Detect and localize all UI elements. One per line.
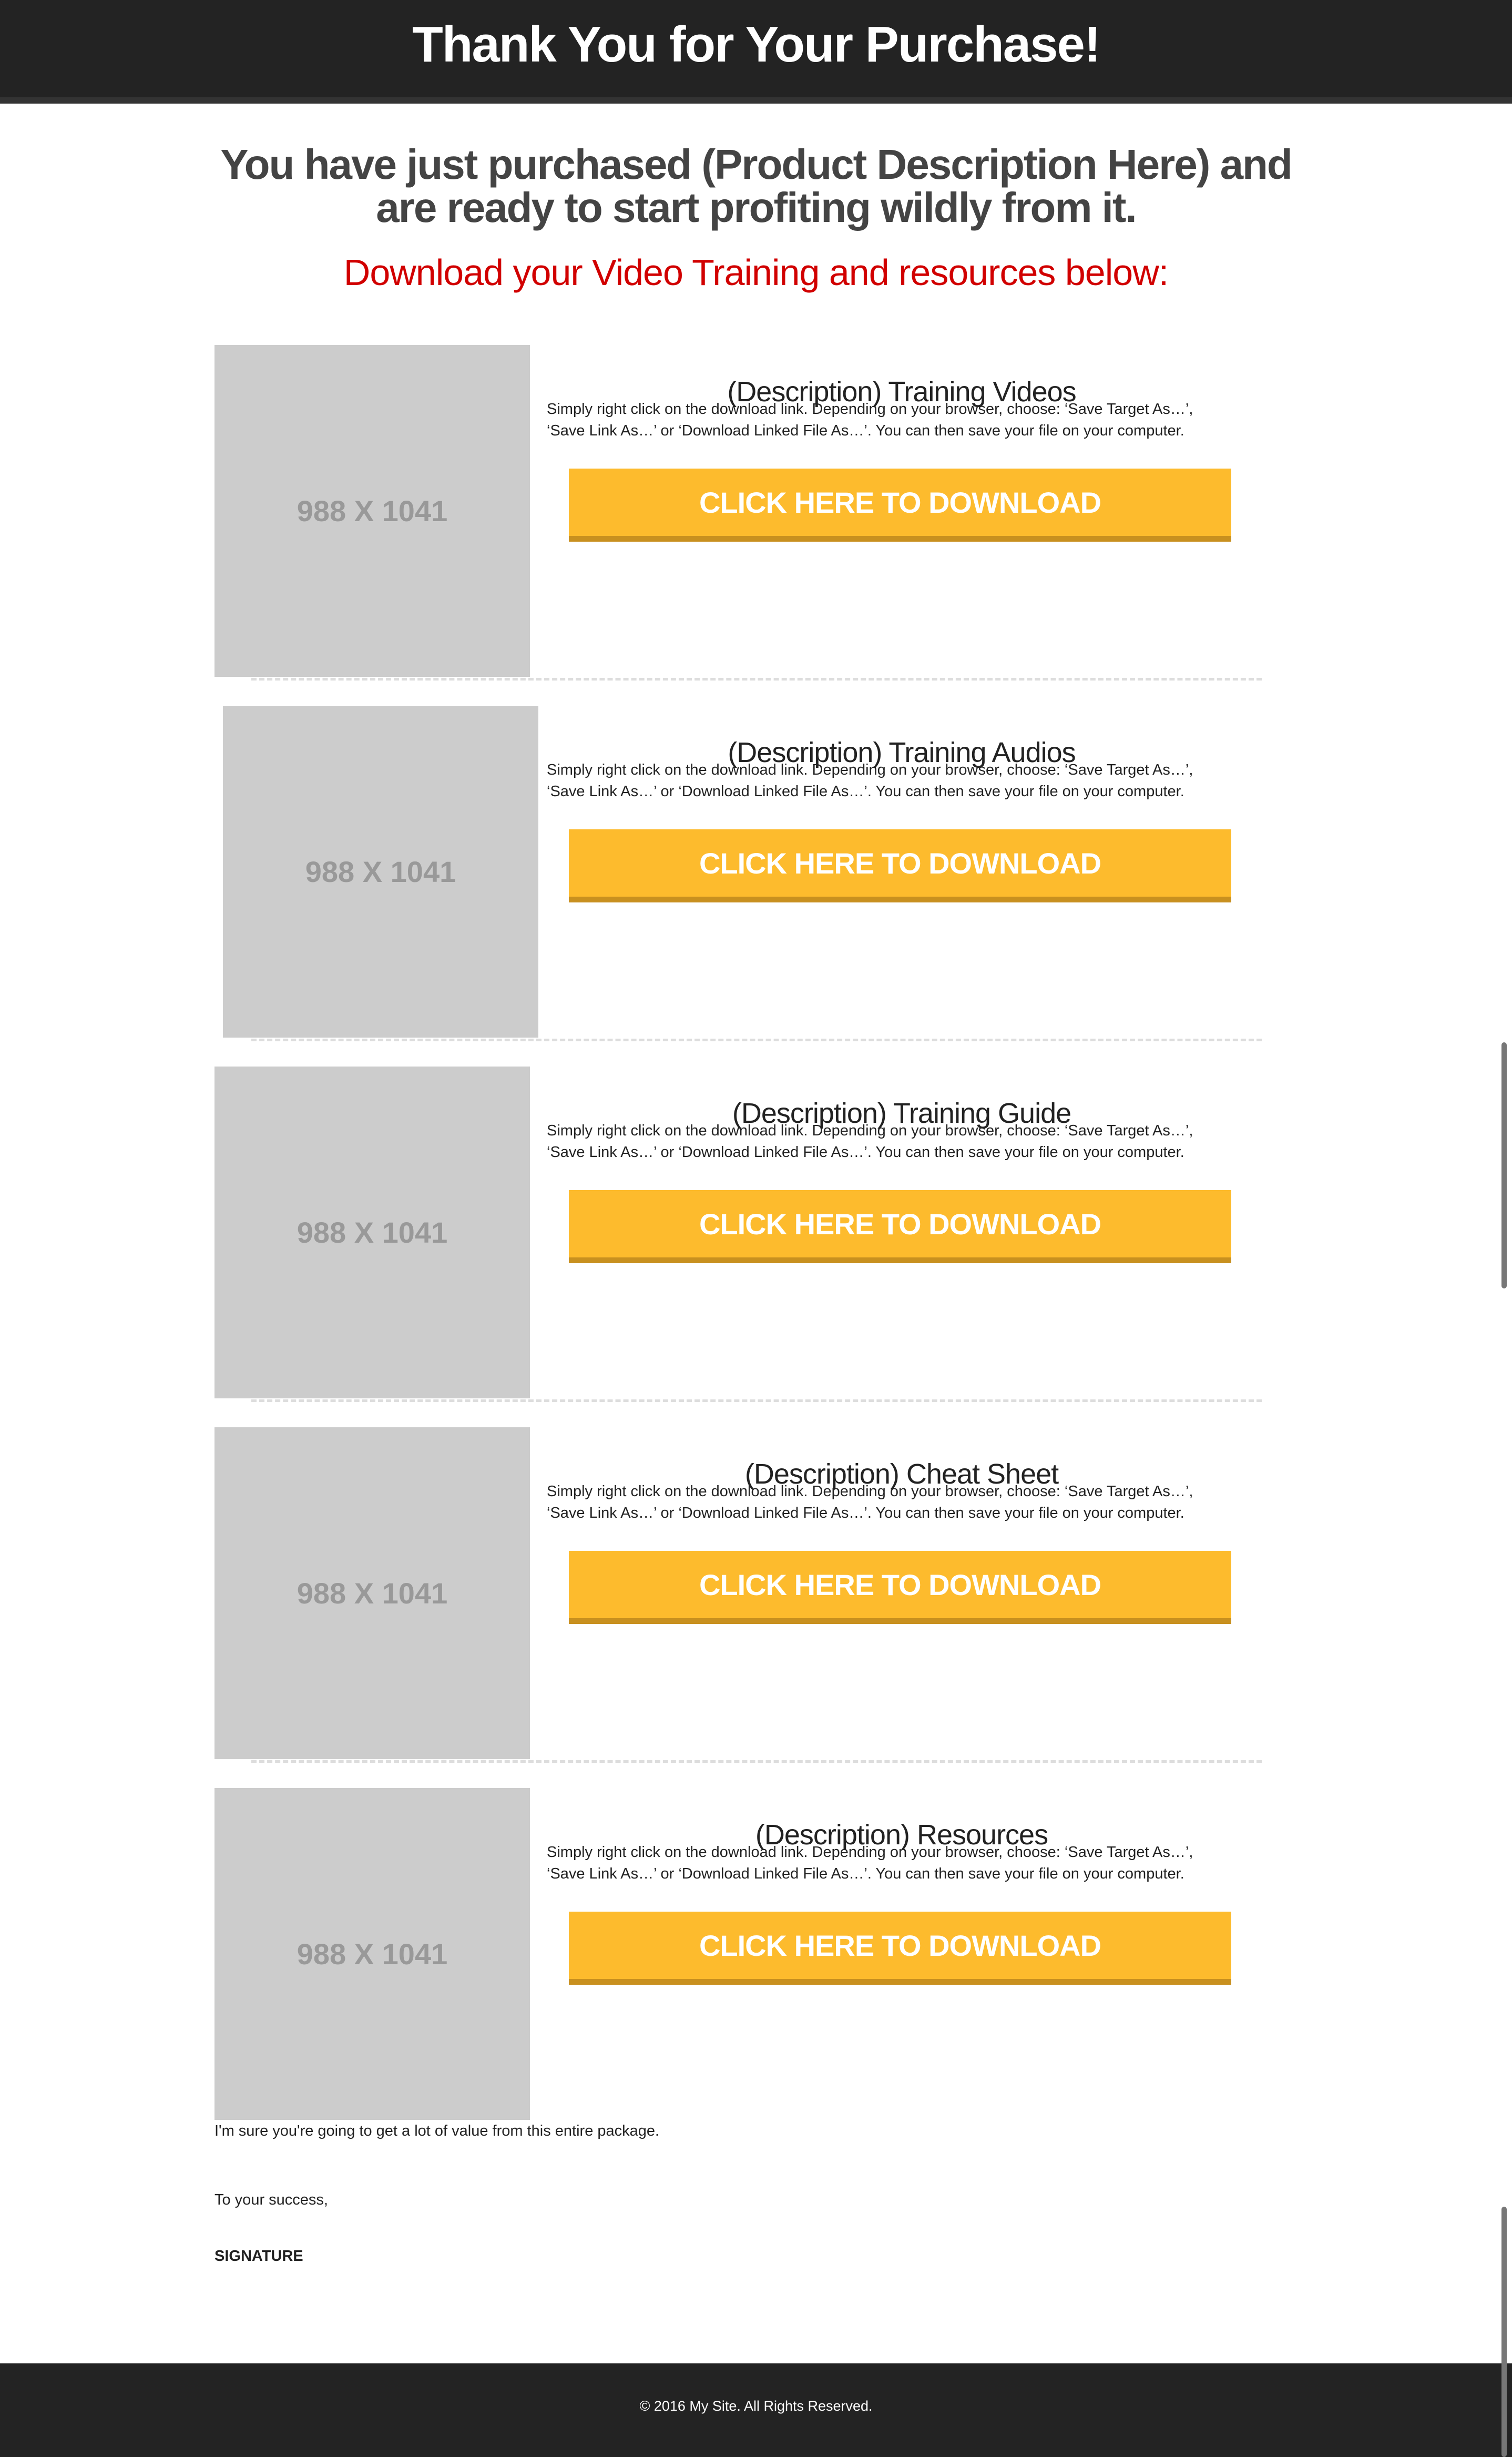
description-line: Simply right click on the download link.… — [547, 762, 1193, 778]
description-line: Simply right click on the download link.… — [547, 1483, 1193, 1500]
description-line: Simply right click on the download link.… — [547, 401, 1193, 418]
section-divider — [251, 1399, 1262, 1402]
description-line: Simply right click on the download link.… — [547, 1844, 1193, 1861]
section-divider — [251, 1039, 1262, 1041]
description-line: Simply right click on the download link.… — [547, 1122, 1193, 1139]
download-button[interactable]: CLICK HERE TO DOWNLOAD — [569, 1551, 1231, 1624]
download-button[interactable]: CLICK HERE TO DOWNLOAD — [569, 1190, 1231, 1263]
download-button[interactable]: CLICK HERE TO DOWNLOAD — [569, 1912, 1231, 1985]
download-section-guide: 988 X 1041 (Description) Training Guide … — [0, 1067, 1512, 1427]
headline-line-1: You have just purchased (Product Descrip… — [220, 141, 1293, 188]
section-description: Simply right click on the download link.… — [547, 1120, 1251, 1163]
image-placeholder: 988 X 1041 — [214, 1067, 530, 1398]
download-button[interactable]: CLICK HERE TO DOWNLOAD — [569, 469, 1231, 542]
section-description: Simply right click on the download link.… — [547, 1481, 1251, 1524]
page-title: Thank You for Your Purchase! — [412, 16, 1101, 73]
signature: SIGNATURE — [214, 2248, 303, 2265]
scrollbar-thumb-secondary[interactable] — [1501, 2207, 1507, 2457]
description-line: ‘Save Link As…’ or ‘Download Linked File… — [547, 1505, 1184, 1521]
download-section-audios: 988 X 1041 (Description) Training Audios… — [0, 706, 1512, 1067]
headline-line-2: are ready to start profiting wildly from… — [376, 184, 1137, 231]
download-section-cheat-sheet: 988 X 1041 (Description) Cheat Sheet Sim… — [0, 1427, 1512, 1788]
description-line: ‘Save Link As…’ or ‘Download Linked File… — [547, 1865, 1184, 1882]
section-description: Simply right click on the download link.… — [547, 759, 1251, 803]
image-placeholder: 988 X 1041 — [214, 345, 530, 677]
section-description: Simply right click on the download link.… — [547, 1842, 1251, 1885]
scrollbar-thumb[interactable] — [1501, 1042, 1507, 1288]
image-placeholder: 988 X 1041 — [214, 1788, 530, 2120]
footer-copyright: © 2016 My Site. All Rights Reserved. — [639, 2398, 873, 2414]
section-description: Simply right click on the download link.… — [547, 399, 1251, 442]
download-section-videos: 988 X 1041 (Description) Training Videos… — [0, 345, 1512, 706]
image-placeholder: 988 X 1041 — [223, 706, 538, 1038]
download-button[interactable]: CLICK HERE TO DOWNLOAD — [569, 829, 1231, 902]
download-section-resources: 988 X 1041 (Description) Resources Simpl… — [0, 1788, 1512, 2149]
section-divider — [251, 678, 1262, 681]
description-line: ‘Save Link As…’ or ‘Download Linked File… — [547, 783, 1184, 800]
headline: You have just purchased (Product Descrip… — [158, 143, 1354, 229]
description-line: ‘Save Link As…’ or ‘Download Linked File… — [547, 422, 1184, 439]
section-divider — [251, 1760, 1262, 1763]
image-placeholder: 988 X 1041 — [214, 1427, 530, 1759]
signoff-text: To your success, — [214, 2191, 328, 2208]
description-line: ‘Save Link As…’ or ‘Download Linked File… — [547, 1144, 1184, 1161]
closing-text: I'm sure you're going to get a lot of va… — [214, 2123, 660, 2139]
header-stripe — [0, 97, 1512, 104]
subheadline: Download your Video Training and resourc… — [343, 252, 1169, 293]
